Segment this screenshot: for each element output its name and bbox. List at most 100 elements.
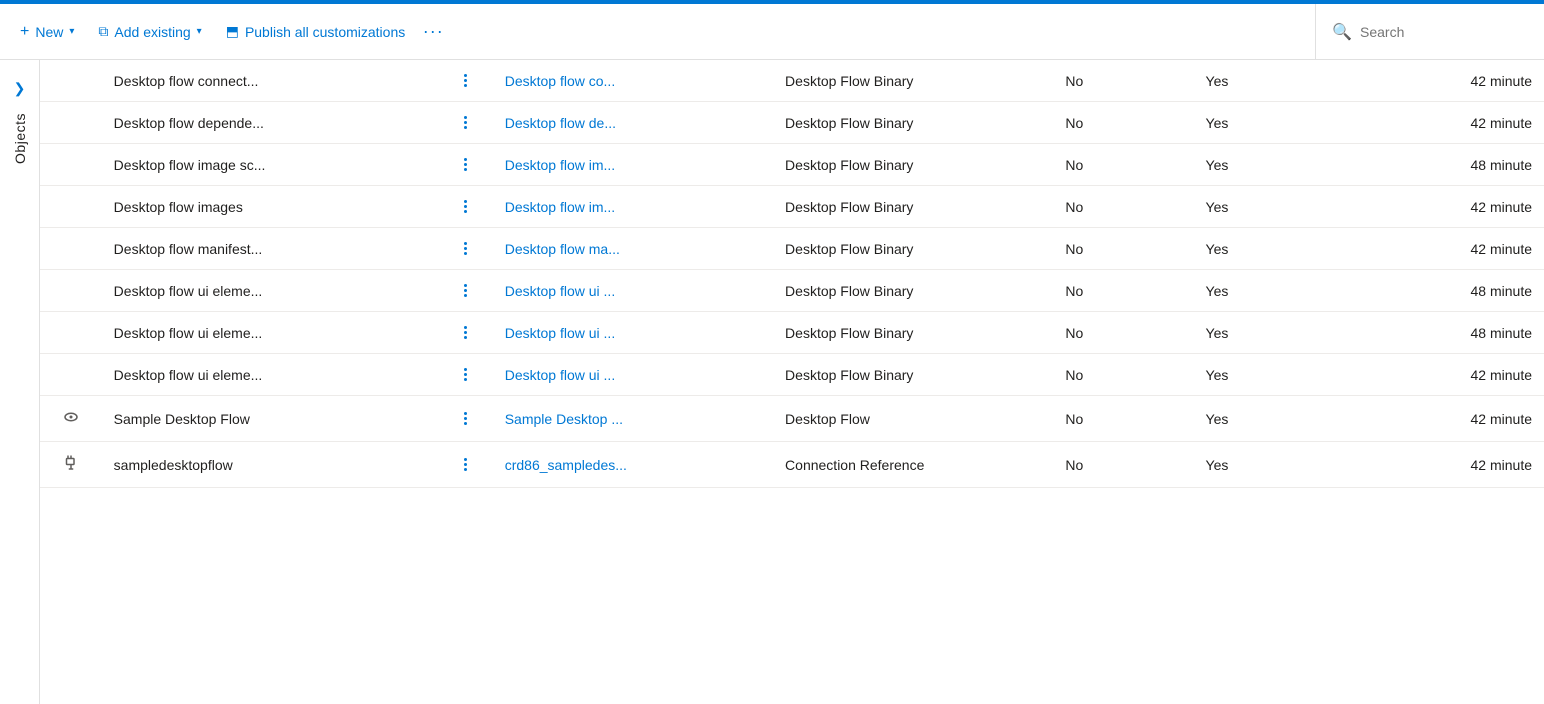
row-icon: [40, 312, 102, 354]
more-label: ···: [423, 21, 444, 42]
context-menu-button[interactable]: [450, 410, 481, 427]
row-modified: 42 minute: [1334, 228, 1544, 270]
row-icon: [40, 228, 102, 270]
row-managed: No: [1053, 270, 1193, 312]
row-managed: No: [1053, 102, 1193, 144]
row-icon: [40, 102, 102, 144]
row-icon: [40, 270, 102, 312]
table-row[interactable]: Sample Desktop Flow Sample Desktop ... D…: [40, 396, 1544, 442]
row-modified: 48 minute: [1334, 144, 1544, 186]
row-type: Desktop Flow Binary: [773, 60, 1053, 102]
row-customizable: Yes: [1194, 186, 1334, 228]
row-icon: [40, 144, 102, 186]
row-customizable: Yes: [1194, 270, 1334, 312]
publish-icon: ⬒: [226, 23, 239, 40]
search-input[interactable]: [1360, 24, 1520, 40]
context-menu-button[interactable]: [450, 198, 481, 215]
row-customizable: Yes: [1194, 144, 1334, 186]
table-row[interactable]: Desktop flow image sc... Desktop flow im…: [40, 144, 1544, 186]
table-row[interactable]: Desktop flow ui eleme... Desktop flow ui…: [40, 312, 1544, 354]
table-row[interactable]: Desktop flow ui eleme... Desktop flow ui…: [40, 354, 1544, 396]
search-box: 🔍: [1315, 4, 1536, 59]
row-modified: 42 minute: [1334, 186, 1544, 228]
table-row[interactable]: sampledesktopflow crd86_sampledes... Con…: [40, 442, 1544, 488]
row-name: Desktop flow depende...: [102, 102, 438, 144]
row-managed: No: [1053, 60, 1193, 102]
row-name: Desktop flow manifest...: [102, 228, 438, 270]
row-menu[interactable]: [438, 312, 493, 354]
context-menu-button[interactable]: [450, 366, 481, 383]
more-button[interactable]: ···: [417, 16, 449, 48]
add-existing-label: Add existing: [114, 24, 190, 40]
row-type: Desktop Flow Binary: [773, 312, 1053, 354]
row-menu[interactable]: [438, 270, 493, 312]
row-managed: No: [1053, 312, 1193, 354]
new-button[interactable]: + New ▾: [8, 17, 86, 47]
row-display-name: crd86_sampledes...: [493, 442, 773, 488]
row-icon: [40, 396, 102, 442]
row-type: Connection Reference: [773, 442, 1053, 488]
row-display-name: Desktop flow ui ...: [493, 270, 773, 312]
publish-button[interactable]: ⬒ Publish all customizations: [214, 17, 418, 46]
objects-label: Objects: [12, 113, 28, 164]
row-modified: 48 minute: [1334, 312, 1544, 354]
context-menu-button[interactable]: [450, 72, 481, 89]
row-modified: 48 minute: [1334, 270, 1544, 312]
add-existing-button[interactable]: ⧉ Add existing ▾: [86, 17, 213, 46]
table-row[interactable]: Desktop flow ui eleme... Desktop flow ui…: [40, 270, 1544, 312]
add-existing-icon: ⧉: [98, 23, 108, 40]
row-modified: 42 minute: [1334, 396, 1544, 442]
row-name: Desktop flow ui eleme...: [102, 270, 438, 312]
row-type: Desktop Flow Binary: [773, 186, 1053, 228]
context-menu-button[interactable]: [450, 156, 481, 173]
search-icon: 🔍: [1332, 22, 1352, 42]
row-icon: [40, 60, 102, 102]
table-row[interactable]: Desktop flow depende... Desktop flow de.…: [40, 102, 1544, 144]
context-menu-button[interactable]: [450, 114, 481, 131]
context-menu-button[interactable]: [450, 240, 481, 257]
main-layout: ❯ Objects Desktop flow connect... Deskto…: [0, 60, 1544, 704]
row-modified: 42 minute: [1334, 442, 1544, 488]
row-display-name: Sample Desktop ...: [493, 396, 773, 442]
row-display-name: Desktop flow de...: [493, 102, 773, 144]
row-name: Desktop flow ui eleme...: [102, 312, 438, 354]
row-menu[interactable]: [438, 144, 493, 186]
row-managed: No: [1053, 396, 1193, 442]
row-customizable: Yes: [1194, 396, 1334, 442]
add-existing-chevron-icon: ▾: [197, 26, 202, 37]
row-type: Desktop Flow Binary: [773, 144, 1053, 186]
context-menu-button[interactable]: [450, 282, 481, 299]
context-menu-button[interactable]: [450, 324, 481, 341]
row-menu[interactable]: [438, 396, 493, 442]
table-row[interactable]: Desktop flow connect... Desktop flow co.…: [40, 60, 1544, 102]
row-managed: No: [1053, 186, 1193, 228]
row-type: Desktop Flow Binary: [773, 102, 1053, 144]
table-row[interactable]: Desktop flow manifest... Desktop flow ma…: [40, 228, 1544, 270]
row-name: Desktop flow connect...: [102, 60, 438, 102]
row-menu[interactable]: [438, 442, 493, 488]
table-row[interactable]: Desktop flow images Desktop flow im... D…: [40, 186, 1544, 228]
row-managed: No: [1053, 144, 1193, 186]
row-modified: 42 minute: [1334, 60, 1544, 102]
toolbar-actions: + New ▾ ⧉ Add existing ▾ ⬒ Publish all c…: [8, 16, 1311, 48]
row-managed: No: [1053, 228, 1193, 270]
row-menu[interactable]: [438, 102, 493, 144]
row-type: Desktop Flow Binary: [773, 270, 1053, 312]
context-menu-button[interactable]: [450, 456, 481, 473]
row-menu[interactable]: [438, 354, 493, 396]
row-customizable: Yes: [1194, 102, 1334, 144]
expand-icon: ❯: [14, 80, 26, 96]
row-managed: No: [1053, 354, 1193, 396]
row-modified: 42 minute: [1334, 354, 1544, 396]
expand-sidebar-button[interactable]: ❯: [10, 76, 30, 101]
row-name: Desktop flow ui eleme...: [102, 354, 438, 396]
row-type: Desktop Flow Binary: [773, 354, 1053, 396]
row-icon: [40, 186, 102, 228]
row-display-name: Desktop flow ui ...: [493, 312, 773, 354]
row-modified: 42 minute: [1334, 102, 1544, 144]
row-menu[interactable]: [438, 60, 493, 102]
row-menu[interactable]: [438, 186, 493, 228]
row-icon: [40, 354, 102, 396]
row-menu[interactable]: [438, 228, 493, 270]
row-name: Sample Desktop Flow: [102, 396, 438, 442]
